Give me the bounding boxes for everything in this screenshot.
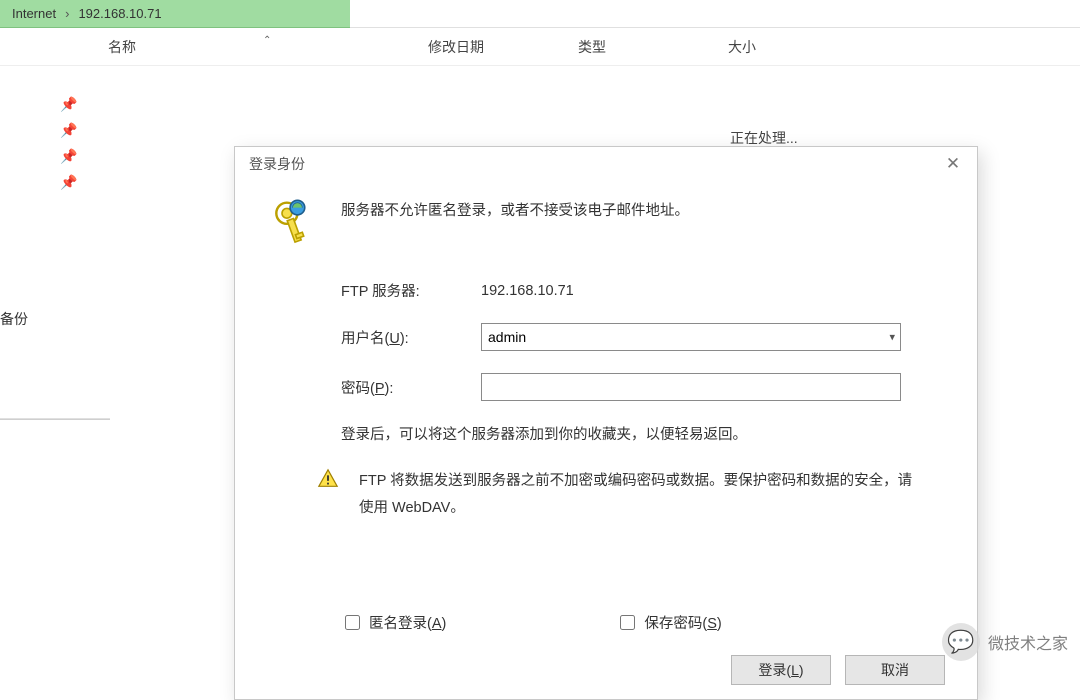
breadcrumb-address[interactable]: 192.168.10.71: [72, 6, 167, 21]
password-label-post: ):: [385, 381, 394, 397]
column-headers: 名称 ⌃ 修改日期 类型 大小: [0, 28, 1080, 66]
anon-post: ): [442, 616, 447, 632]
save-password-label: 保存密码(S): [644, 612, 721, 633]
breadcrumb[interactable]: Internet › 192.168.10.71: [0, 0, 350, 28]
security-warning: FTP 将数据发送到服务器之前不加密或编码密码或数据。要保护密码和数据的安全，请…: [359, 468, 919, 522]
watermark: 💬 微技术之家: [942, 623, 1068, 661]
column-name[interactable]: 名称 ⌃: [108, 37, 428, 57]
savepw-pre: 保存密码(: [644, 616, 707, 632]
anonymous-login-input[interactable]: [345, 615, 360, 630]
password-label-pre: 密码(: [341, 381, 375, 397]
password-hotkey: P: [375, 381, 385, 397]
login-hk: L: [791, 662, 799, 678]
savepw-post: ): [717, 616, 722, 632]
column-modified[interactable]: 修改日期: [428, 37, 578, 57]
key-lock-icon: [269, 197, 321, 252]
breadcrumb-internet[interactable]: Internet: [6, 6, 62, 21]
wechat-icon: 💬: [942, 623, 980, 661]
close-icon: ✕: [946, 154, 960, 174]
anon-hk: A: [432, 616, 442, 632]
column-type[interactable]: 类型: [578, 37, 728, 57]
dialog-title: 登录身份: [249, 154, 305, 174]
username-input[interactable]: [481, 323, 901, 351]
ftp-server-label: FTP 服务器:: [341, 280, 481, 301]
status-loading: 正在处理...: [730, 128, 798, 148]
pin-icon: 📌: [60, 148, 77, 165]
favorites-tip: 登录后，可以将这个服务器添加到你的收藏夹，以便轻易返回。: [341, 423, 951, 444]
username-label-pre: 用户名(: [341, 331, 389, 347]
dialog-message: 服务器不允许匿名登录，或者不接受该电子邮件地址。: [341, 197, 689, 220]
warning-icon: [317, 468, 341, 493]
ftp-server-value: 192.168.10.71: [481, 283, 574, 299]
sidebar-separator: [0, 418, 110, 419]
column-name-label: 名称: [108, 39, 136, 55]
username-hotkey: U: [389, 331, 399, 347]
breadcrumb-separator: ›: [65, 6, 69, 21]
pin-icon: 📌: [60, 122, 77, 139]
username-label-post: ):: [400, 331, 409, 347]
username-label: 用户名(U):: [341, 327, 481, 348]
login-dialog: 登录身份 ✕ 服务器不允许匿名登录，或者不接受该电子邮件地址。: [234, 146, 978, 700]
anon-pre: 匿名登录(: [369, 616, 432, 632]
anonymous-login-label: 匿名登录(A): [369, 612, 446, 633]
column-size[interactable]: 大小: [728, 37, 878, 57]
sort-indicator-icon: ⌃: [263, 35, 271, 46]
pin-icon: 📌: [60, 174, 77, 191]
close-button[interactable]: ✕: [933, 150, 973, 178]
password-label: 密码(P):: [341, 377, 481, 398]
password-input[interactable]: [481, 373, 901, 401]
dialog-titlebar[interactable]: 登录身份 ✕: [235, 147, 977, 181]
cancel-button[interactable]: 取消: [845, 655, 945, 685]
sidebar-item-backup[interactable]: 备份: [0, 309, 28, 329]
login-button[interactable]: 登录(L): [731, 655, 831, 685]
save-password-checkbox[interactable]: 保存密码(S): [616, 612, 721, 633]
quick-access-pins: 📌 📌 📌 📌: [60, 96, 77, 191]
watermark-text: 微技术之家: [988, 630, 1068, 654]
login-post: ): [799, 662, 804, 678]
save-password-input[interactable]: [620, 615, 635, 630]
anonymous-login-checkbox[interactable]: 匿名登录(A): [341, 612, 446, 633]
pin-icon: 📌: [60, 96, 77, 113]
savepw-hk: S: [707, 616, 717, 632]
login-pre: 登录(: [758, 660, 791, 680]
